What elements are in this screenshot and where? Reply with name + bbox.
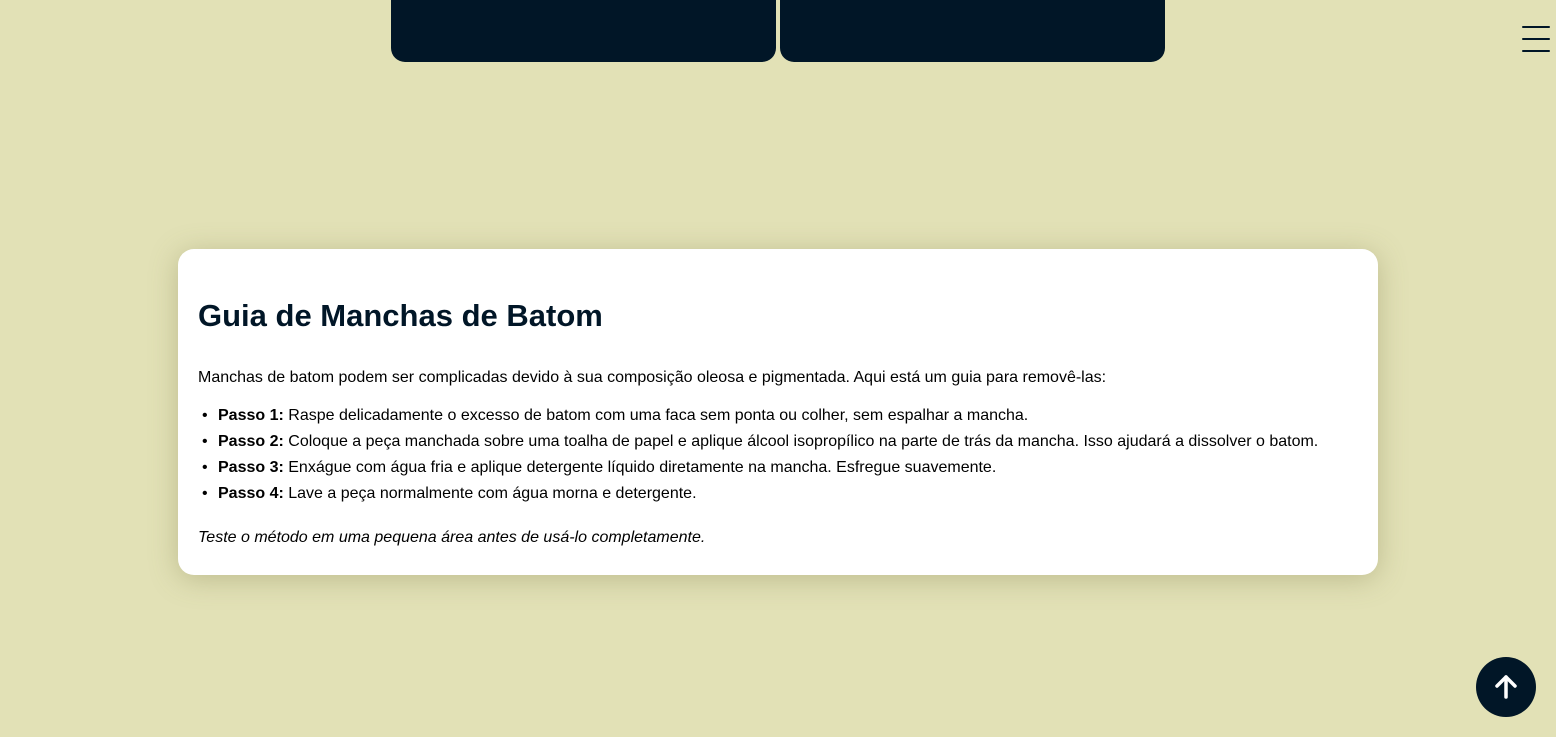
step-item: • Passo 4: Lave a peça normalmente com á… bbox=[198, 481, 1358, 507]
step-label: Passo 3: bbox=[218, 459, 284, 476]
bullet-icon: • bbox=[202, 407, 208, 424]
bullet-icon: • bbox=[202, 485, 208, 502]
menu-bar-top bbox=[1522, 26, 1550, 28]
ink-stain-card[interactable]: Manchas de Tinta bbox=[780, 0, 1165, 62]
arrow-up-icon bbox=[1495, 675, 1517, 699]
step-text: Coloque a peça manchada sobre uma toalha… bbox=[283, 433, 1319, 450]
bullet-icon: • bbox=[202, 459, 208, 476]
step-label: Passo 4: bbox=[218, 485, 284, 502]
step-list: • Passo 1: Raspe delicadamente o excesso… bbox=[198, 403, 1358, 507]
guide-title: Guia de Manchas de Batom bbox=[198, 298, 603, 333]
step-text: Raspe delicadamente o excesso de batom c… bbox=[283, 407, 1029, 424]
menu-bar-bottom bbox=[1522, 50, 1550, 52]
bullet-icon: • bbox=[202, 433, 208, 450]
lipstick-stain-guide-card: Guia de Manchas de Batom Manchas de bato… bbox=[178, 249, 1378, 575]
stain-category-cards: Manchas de Batom Manchas de Tinta bbox=[391, 0, 1165, 62]
back-to-top-button[interactable] bbox=[1476, 657, 1536, 717]
ink-stain-card-label: Manchas de Tinta bbox=[780, 0, 1165, 10]
step-label: Passo 2: bbox=[218, 433, 284, 450]
hamburger-menu-icon[interactable] bbox=[1522, 26, 1550, 52]
lipstick-stain-card-label: Manchas de Batom bbox=[391, 0, 776, 10]
guide-intro: Manchas de batom podem ser complicadas d… bbox=[198, 369, 1107, 386]
menu-bar-middle bbox=[1522, 38, 1550, 40]
step-item: • Passo 2: Coloque a peça manchada sobre… bbox=[198, 429, 1358, 455]
step-text: Enxágue com água fria e aplique detergen… bbox=[283, 459, 997, 476]
step-item: • Passo 3: Enxágue com água fria e apliq… bbox=[198, 455, 1358, 481]
lipstick-stain-card[interactable]: Manchas de Batom bbox=[391, 0, 776, 62]
step-label: Passo 1: bbox=[218, 407, 284, 424]
step-text: Lave a peça normalmente com água morna e… bbox=[283, 485, 697, 502]
step-item: • Passo 1: Raspe delicadamente o excesso… bbox=[198, 403, 1358, 429]
guide-note: Teste o método em uma pequena área antes… bbox=[198, 529, 706, 546]
